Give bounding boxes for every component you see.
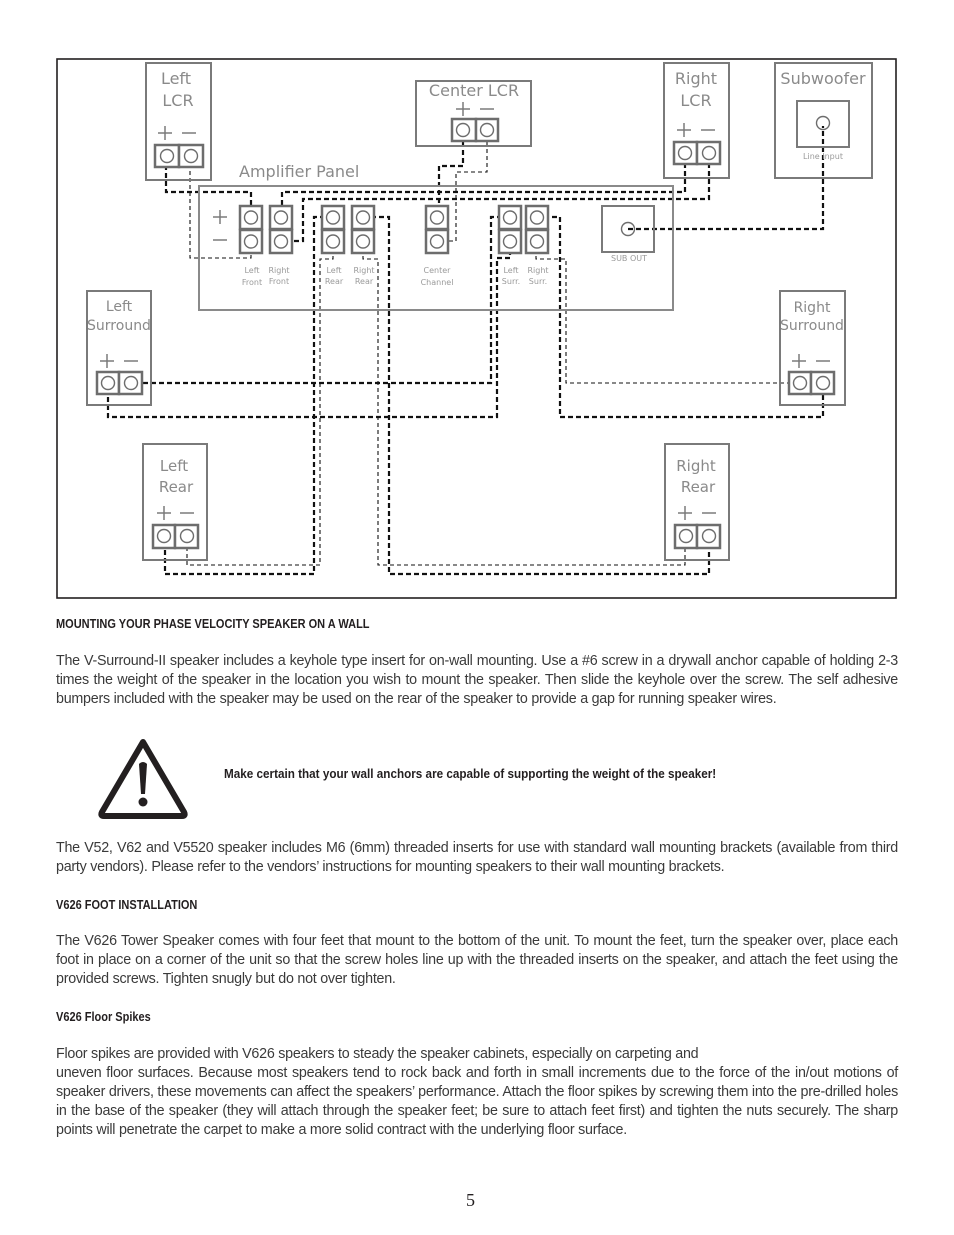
amplifier-panel: Amplifier Panel Left Front Right Front L…	[198, 162, 674, 311]
speaker-label: LCR	[680, 91, 711, 110]
page-number: 5	[466, 1190, 475, 1210]
speaker-label: Left	[106, 299, 133, 315]
channel-label: Left	[503, 266, 518, 275]
speaker-right-surround: Right Surround	[779, 290, 846, 406]
amp-terminal-pair	[268, 204, 294, 255]
amp-terminal-pair	[238, 204, 264, 255]
amp-terminal-pair	[350, 204, 376, 255]
wire-center-plus	[437, 142, 465, 215]
channel-label: Left	[244, 266, 259, 275]
speaker-label: Surround	[780, 318, 844, 334]
channel-label: Right	[353, 266, 374, 275]
speaker-label: Right	[675, 69, 717, 88]
channel-label: Front	[242, 278, 262, 287]
speaker-label: Left	[161, 69, 191, 88]
wiring-diagram: Left LCR Center LCR Right LCR Subwoofer …	[56, 58, 897, 599]
amp-terminal-pair	[320, 204, 346, 255]
wall-mount-paragraph: The V-Surround-II speaker includes a key…	[56, 653, 898, 707]
speaker-left-surround: Left Surround	[86, 290, 152, 406]
speaker-label: Surround	[87, 318, 151, 334]
channel-label: Left	[326, 266, 341, 275]
speaker-left-rear: Left Rear	[142, 443, 208, 561]
speaker-label: Center LCR	[429, 81, 519, 100]
speaker-left-lcr: Left LCR	[145, 62, 212, 181]
speaker-subwoofer: Subwoofer Line Input	[774, 62, 873, 179]
channel-label: Right	[268, 266, 289, 275]
section-heading-floor-spikes: V626 Floor Spikes	[56, 1010, 151, 1024]
speaker-label: Left	[160, 457, 188, 475]
section-heading-wall-mount: MOUNTING YOUR PHASE VELOCITY SPEAKER ON …	[56, 617, 370, 631]
amp-terminal-pair	[524, 204, 550, 255]
amp-terminal-pair	[497, 204, 523, 255]
section-heading-foot-install: V626 FOOT INSTALLATION	[56, 898, 198, 912]
warning-icon	[98, 739, 188, 819]
wire-left-rear-minus	[186, 242, 334, 566]
channel-label: Rear	[325, 277, 344, 286]
bracket-paragraph: The V52, V62 and V5520 speaker includes …	[56, 840, 898, 875]
sub-out-label: SUB OUT	[611, 254, 647, 263]
wires	[106, 126, 825, 576]
speaker-label: LCR	[162, 91, 193, 110]
speaker-label: Right	[676, 457, 716, 475]
wire-right-surround-plus	[535, 242, 800, 384]
speaker-label: Right	[794, 300, 831, 316]
speaker-right-lcr: Right LCR	[663, 62, 730, 179]
channel-label: Front	[269, 277, 289, 286]
amplifier-panel-title: Amplifier Panel	[239, 162, 359, 181]
warning-text: Make certain that your wall anchors are …	[224, 766, 717, 781]
speaker-label: Rear	[681, 478, 716, 496]
channel-label: Surr.	[529, 277, 547, 286]
speaker-right-rear: Right Rear	[664, 443, 730, 561]
speaker-center-lcr: Center LCR	[415, 80, 532, 147]
wire-right-rear-plus	[362, 242, 686, 566]
floor-spikes-paragraph: uneven floor surfaces. Because most spea…	[56, 1065, 899, 1138]
speaker-label: Rear	[159, 478, 194, 496]
channel-label: Rear	[355, 277, 374, 286]
channel-label: Surr.	[502, 277, 520, 286]
amp-terminal-pair	[424, 204, 450, 255]
channel-label: Right	[527, 266, 548, 275]
speaker-label: Subwoofer	[780, 69, 866, 88]
floor-spikes-first-line: Floor spikes are provided with V626 spea…	[56, 1046, 699, 1062]
channel-label: Channel	[421, 278, 454, 287]
foot-install-paragraph: The V626 Tower Speaker comes with four f…	[56, 933, 898, 987]
channel-label: Center	[424, 266, 452, 275]
line-input-label: Line Input	[803, 152, 843, 161]
